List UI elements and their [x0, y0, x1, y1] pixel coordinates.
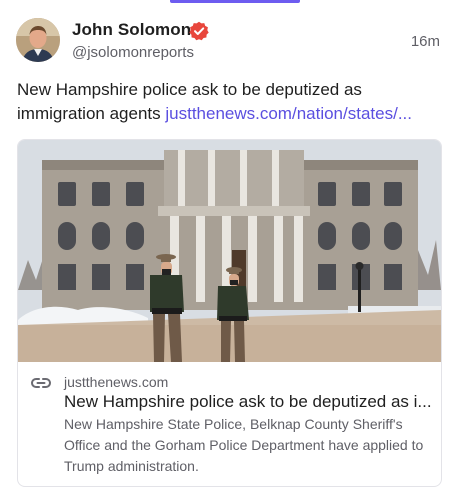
card-title[interactable]: New Hampshire police ask to be deputized…: [64, 391, 434, 413]
card-body: justthenews.com New Hampshire police ask…: [18, 362, 441, 486]
card-domain: justthenews.com: [64, 374, 169, 390]
card-image[interactable]: [18, 140, 441, 362]
link-preview-card[interactable]: justthenews.com New Hampshire police ask…: [17, 139, 442, 487]
post-timestamp[interactable]: 16m: [411, 33, 440, 50]
post[interactable]: John Solomon @jsolomonreports 16m New Ha…: [0, 0, 458, 500]
link-icon: [31, 378, 51, 388]
post-text: New Hampshire police ask to be deputized…: [17, 78, 442, 126]
post-link[interactable]: justthenews.com/nation/states/...: [165, 104, 412, 123]
author-name[interactable]: John Solomon: [72, 20, 191, 40]
avatar-image: [16, 18, 60, 62]
card-description: New Hampshire State Police, Belknap Coun…: [64, 416, 424, 474]
avatar[interactable]: [16, 18, 60, 62]
verified-badge-icon: [189, 21, 209, 41]
author-handle[interactable]: @jsolomonreports: [72, 44, 194, 61]
